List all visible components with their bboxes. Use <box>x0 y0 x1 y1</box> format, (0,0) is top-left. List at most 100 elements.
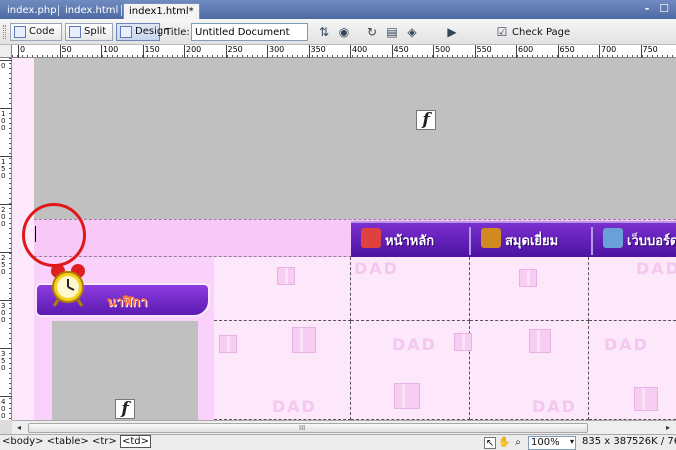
gift-icon <box>529 329 551 353</box>
horizontal-ruler[interactable]: 0 50 100 150 200 250 300 350 400 450 500 550 600 650 7… <box>12 45 676 58</box>
ruler-tick <box>0 204 12 205</box>
check-page-icon[interactable]: ☑ <box>494 25 510 39</box>
file-management-icon[interactable]: ⇅ <box>316 25 332 39</box>
hand-tool-icon[interactable]: ✋ <box>498 437 510 449</box>
scroll-right-arrow-icon[interactable]: ▸ <box>662 422 674 434</box>
validate-markup-icon[interactable]: ▶ <box>444 25 460 39</box>
split-view-button[interactable]: Split <box>65 23 113 41</box>
ruler-tick <box>184 45 185 58</box>
ruler-tick <box>433 45 434 58</box>
ruler-label: 600 <box>518 45 534 54</box>
nav-home[interactable]: หน้าหลัก <box>359 228 434 252</box>
tab-index-html[interactable]: index.html <box>60 3 123 19</box>
zoom-value: 100% <box>531 437 560 448</box>
flash-placeholder-left[interactable]: f <box>52 321 198 420</box>
gift-icon <box>292 327 316 353</box>
nav-guestbook-label: สมุดเยี่ยม <box>505 234 559 249</box>
ruler-tick <box>308 45 310 58</box>
ruler-tick <box>0 300 12 301</box>
flash-placeholder-top[interactable]: f <box>34 58 676 219</box>
tab-index-php[interactable]: index.php <box>2 3 62 19</box>
code-view-button[interactable]: Code <box>10 23 62 41</box>
ruler-label: 0 <box>1 62 6 70</box>
design-view-canvas[interactable]: f หน้าหลัก สมุดเยี่ยม เว็บบอร์ด นาฬิกา f… <box>12 58 676 420</box>
check-page-button[interactable]: Check Page <box>512 27 570 38</box>
gift-icon <box>519 269 537 287</box>
horizontal-scrollbar[interactable]: ◂ III ▸ <box>12 420 676 434</box>
window-controls[interactable]: - ☐ <box>645 2 672 15</box>
chevron-down-icon: ▾ <box>569 437 574 446</box>
ruler-label: 450 <box>393 45 409 54</box>
preview-globe-icon[interactable]: ◉ <box>336 25 352 39</box>
clock-menu-label: นาฬิกา <box>107 295 148 310</box>
ruler-tick <box>350 45 351 58</box>
ruler-tick <box>557 45 559 58</box>
refresh-icon[interactable]: ↻ <box>364 25 380 39</box>
scrollbar-thumb[interactable]: III <box>28 423 588 433</box>
gift-icon <box>454 333 472 351</box>
ruler-label: 2 5 0 <box>1 254 6 276</box>
ruler-label: 500 <box>435 45 451 54</box>
zoom-select[interactable]: 100% ▾ <box>528 436 576 450</box>
flash-icon: f <box>115 399 135 419</box>
scroll-left-arrow-icon[interactable]: ◂ <box>13 422 25 434</box>
nav-guestbook[interactable]: สมุดเยี่ยม <box>479 228 559 252</box>
ruler-label: 100 <box>103 45 119 54</box>
ruler-tick <box>640 45 642 58</box>
nav-divider <box>591 227 593 255</box>
code-view-label: Code <box>29 26 55 37</box>
ruler-label: 2 0 0 <box>1 206 6 228</box>
dad-watermark: DAD <box>392 335 437 354</box>
ruler-label: 200 <box>186 45 202 54</box>
tag-tr[interactable]: <tr> <box>92 436 117 447</box>
gift-icon <box>219 335 237 353</box>
ruler-label: 350 <box>310 45 326 54</box>
ruler-tick <box>599 45 600 58</box>
toolbar-grip[interactable] <box>3 25 6 39</box>
highlight-circle-annotation <box>22 203 86 267</box>
tag-td[interactable]: <td> <box>119 435 151 448</box>
design-view-button[interactable]: Design <box>116 23 170 41</box>
ruler-tick <box>59 45 61 58</box>
books-icon <box>481 228 501 248</box>
alarm-clock-icon <box>51 264 85 307</box>
content-table[interactable]: DAD DAD DAD DAD DAD DAD <box>214 257 676 420</box>
tab-separator <box>58 5 59 16</box>
ruler-tick <box>391 45 393 58</box>
ruler-tick <box>18 45 19 58</box>
ruler-origin[interactable] <box>0 45 12 58</box>
left-sidebar-cell[interactable]: นาฬิกา f <box>34 257 214 420</box>
document-title-input[interactable] <box>191 23 308 41</box>
dad-watermark: DAD <box>604 335 649 354</box>
ruler-label: 3 5 0 <box>1 350 6 372</box>
visual-aids-icon[interactable]: ◈ <box>404 25 420 39</box>
ruler-tick <box>516 45 517 58</box>
dad-watermark: DAD <box>636 259 676 278</box>
ruler-tick <box>0 396 12 397</box>
view-options-icon[interactable]: ▤ <box>384 25 400 39</box>
gift-icon <box>394 383 420 409</box>
ruler-label: 0 <box>20 45 26 54</box>
zoom-tool-icon[interactable]: ⌕ <box>512 437 524 449</box>
download-size-indicator: 526K / 76 sec <box>632 436 676 447</box>
ruler-tick <box>101 45 102 58</box>
ruler-label: 1 5 0 <box>1 158 6 180</box>
tag-table[interactable]: <table> <box>47 436 89 447</box>
ruler-tick <box>0 108 12 109</box>
ruler-label: 300 <box>269 45 285 54</box>
ruler-label: 4 0 0 <box>1 398 6 420</box>
house-icon <box>361 228 381 248</box>
tab-index1-html[interactable]: index1.html* <box>123 3 200 19</box>
split-view-label: Split <box>84 26 107 37</box>
window-size-select[interactable]: 835 x 387 <box>582 436 632 447</box>
ruler-label: 3 0 0 <box>1 302 6 324</box>
table-cell[interactable] <box>470 257 589 321</box>
gift-icon <box>277 267 295 285</box>
design-view-icon <box>120 26 132 38</box>
scrollbar-grip: III <box>299 424 306 432</box>
select-pointer-icon[interactable]: ↖ <box>484 437 496 449</box>
vertical-ruler[interactable]: 0 1 0 0 1 5 0 2 0 0 2 5 0 3 0 0 3 5 0 4 0 0 <box>0 58 12 420</box>
tag-body[interactable]: <body> <box>2 436 44 447</box>
ruler-tick <box>0 60 12 61</box>
nav-webboard[interactable]: เว็บบอร์ด <box>601 228 676 252</box>
